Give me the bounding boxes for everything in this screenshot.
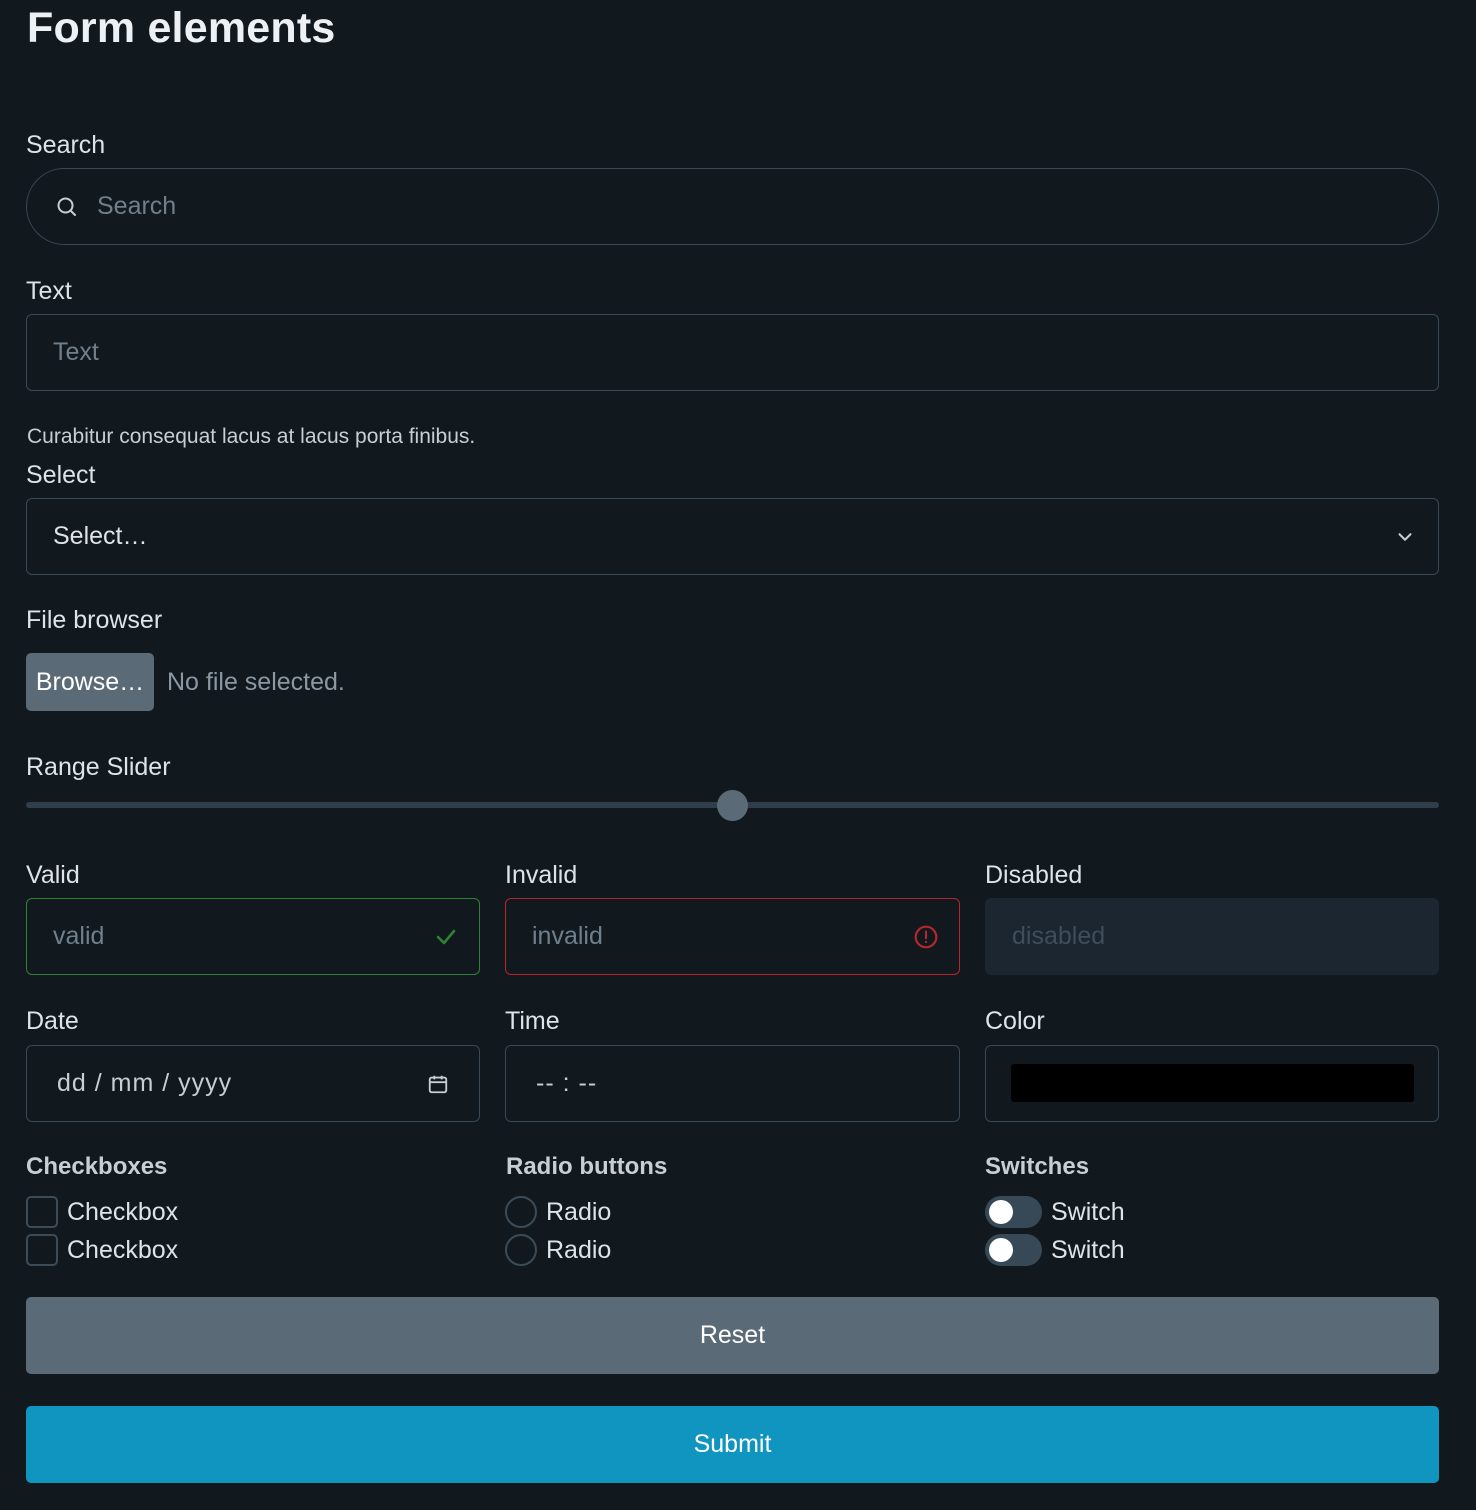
select-label: Select [26,461,96,489]
search-input[interactable]: Search [26,168,1439,245]
switch-label: Switch [1051,1197,1125,1226]
browse-button[interactable]: Browse… [26,653,154,711]
switches-title: Switches [985,1153,1090,1180]
time-value: -- : -- [536,1069,598,1097]
invalid-input[interactable]: invalid [505,898,960,975]
search-icon [55,194,81,220]
color-label: Color [985,1007,1045,1035]
date-value: dd / mm / yyyy [57,1069,233,1097]
radios-title: Radio buttons [506,1153,668,1180]
alert-circle-icon [913,924,939,950]
valid-placeholder: valid [53,922,105,950]
radio-label: Radio [546,1235,612,1264]
checkbox-label: Checkbox [67,1235,179,1264]
text-placeholder: Text [53,338,99,366]
text-input[interactable]: Text [26,314,1439,391]
time-label: Time [505,1007,560,1035]
radio-circle[interactable] [505,1196,537,1228]
switch-label: Switch [1051,1235,1125,1264]
radio-1[interactable]: Radio [505,1196,611,1228]
radio-circle[interactable] [505,1234,537,1266]
checkboxes-title: Checkboxes [26,1153,168,1180]
select-dropdown[interactable]: Select… [26,498,1439,575]
switch-1[interactable]: Switch [985,1196,1125,1228]
invalid-label: Invalid [505,861,578,889]
range-label: Range Slider [26,753,171,781]
radio-label: Radio [546,1197,612,1226]
time-input[interactable]: -- : -- [505,1045,960,1122]
range-thumb[interactable] [717,790,748,821]
check-icon [433,924,459,950]
file-status: No file selected. [167,668,345,696]
radio-2[interactable]: Radio [505,1234,611,1266]
switch-toggle[interactable] [985,1234,1042,1266]
select-value: Select… [53,522,148,550]
date-input[interactable]: dd / mm / yyyy [26,1045,480,1122]
file-label: File browser [26,606,163,634]
color-input[interactable] [985,1045,1439,1122]
chevron-down-icon [1394,526,1416,548]
disabled-placeholder: disabled [1012,922,1106,950]
switch-2[interactable]: Switch [985,1234,1125,1266]
search-placeholder: Search [97,192,177,220]
date-label: Date [26,1007,79,1035]
checkbox-box[interactable] [26,1196,58,1228]
search-label: Search [26,131,106,159]
color-swatch [1011,1064,1414,1102]
submit-button[interactable]: Submit [26,1406,1439,1483]
checkbox-1[interactable]: Checkbox [26,1196,178,1228]
valid-label: Valid [26,861,80,889]
calendar-icon[interactable] [425,1071,451,1097]
checkbox-box[interactable] [26,1234,58,1266]
invalid-placeholder: invalid [532,922,603,950]
reset-button[interactable]: Reset [26,1297,1439,1374]
checkbox-2[interactable]: Checkbox [26,1234,178,1266]
disabled-label: Disabled [985,861,1083,889]
disabled-input: disabled [985,898,1439,975]
text-helper: Curabitur consequat lacus at lacus porta… [27,425,476,448]
text-label: Text [26,277,72,305]
checkbox-label: Checkbox [67,1197,179,1226]
switch-toggle[interactable] [985,1196,1042,1228]
valid-input[interactable]: valid [26,898,480,975]
page-title: Form elements [27,4,336,52]
